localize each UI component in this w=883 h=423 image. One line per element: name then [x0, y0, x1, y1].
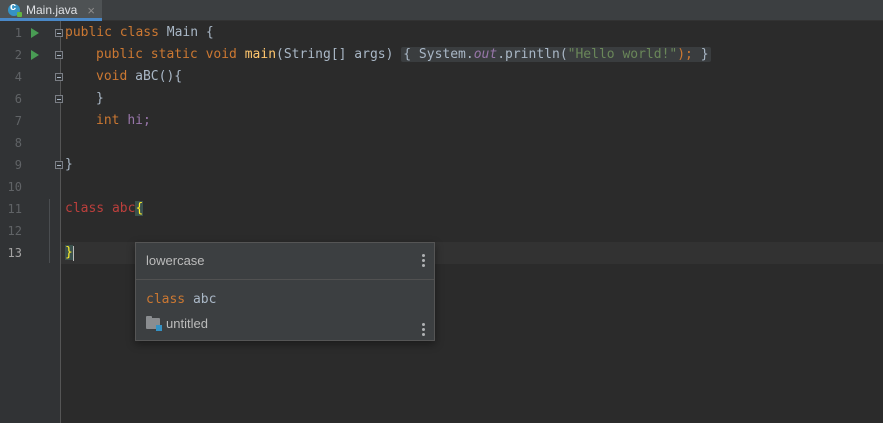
run-icon[interactable] — [31, 50, 39, 60]
class-name: abc — [192, 292, 217, 307]
module-folder-icon — [146, 316, 162, 331]
text-caret — [73, 246, 74, 261]
method-decl: aBC(){ — [135, 69, 183, 84]
more-vertical-icon[interactable] — [422, 323, 425, 338]
closing-brace: } — [96, 91, 104, 106]
code-line-6: } — [96, 88, 104, 110]
code-line-9: } — [65, 154, 73, 176]
fold-icon[interactable] — [55, 161, 63, 169]
fold-icon[interactable] — [55, 29, 63, 37]
line-number: 2 — [14, 48, 22, 62]
java-class-icon — [8, 1, 22, 17]
code-line-7: int hi; — [96, 110, 151, 132]
popup-project[interactable]: untitled — [146, 316, 208, 331]
line-number: 7 — [14, 114, 22, 128]
params: (String[] args) — [276, 47, 402, 62]
line-number: 9 — [14, 158, 22, 172]
class-name-error: abc — [111, 201, 136, 216]
line-number-current: 13 — [7, 246, 22, 260]
project-name: untitled — [166, 316, 208, 331]
fold-close-brace: } — [692, 47, 709, 62]
field-name: hi; — [127, 113, 151, 128]
fold-open-brace: { — [403, 47, 419, 62]
code-line-2: public static void main(String[] args) {… — [96, 44, 711, 66]
line-number: 12 — [7, 224, 22, 238]
more-vertical-icon[interactable] — [422, 254, 425, 269]
code-line-13: } — [65, 242, 73, 264]
inspection-popup: lowercase class abc untitled — [135, 242, 435, 341]
popup-code-preview: class abc — [146, 292, 216, 307]
line-number: 6 — [14, 92, 22, 106]
line-number: 8 — [14, 136, 22, 150]
code-line-11: class abc{ — [65, 198, 144, 220]
fold-icon[interactable] — [55, 73, 63, 81]
keyword-error: class — [65, 201, 112, 216]
keyword: int — [96, 113, 128, 128]
folded-region[interactable]: { System.out.println("Hello world!"); } — [401, 47, 711, 62]
matched-brace: } — [65, 245, 73, 260]
class-name: Main { — [166, 25, 214, 40]
fold-icon[interactable] — [55, 51, 63, 59]
run-icon[interactable] — [31, 28, 39, 38]
code-line-4: void aBC(){ — [96, 66, 182, 88]
close-tab-icon[interactable]: × — [87, 3, 95, 18]
keyword: void — [96, 69, 136, 84]
popup-header: lowercase — [136, 243, 434, 280]
line-number: 10 — [7, 180, 22, 194]
line-number: 1 — [14, 26, 22, 40]
popup-title: lowercase — [146, 253, 205, 268]
tab-main-java[interactable]: Main.java × — [0, 0, 102, 21]
line-number: 11 — [7, 202, 22, 216]
keyword: public class — [65, 25, 167, 40]
out-field: out — [473, 47, 498, 62]
line-number: 4 — [14, 70, 22, 84]
keyword: class — [146, 292, 193, 307]
println-call: .println( — [497, 47, 568, 62]
editor-gutter: 1 2 4 6 7 8 9 10 11 12 13 — [0, 21, 63, 423]
keyword: public static void — [96, 47, 245, 62]
code-line-1: public class Main { — [65, 22, 214, 44]
method-name: main — [244, 47, 277, 62]
matched-brace: { — [135, 201, 144, 216]
indent-guide — [49, 199, 50, 263]
tab-label: Main.java — [26, 3, 78, 17]
system-ref: System. — [418, 47, 474, 62]
string-literal: "Hello world!" — [567, 47, 678, 62]
statement-end: ); — [677, 47, 693, 62]
editor-tab-bar: Main.java × — [0, 0, 883, 21]
fold-icon[interactable] — [55, 95, 63, 103]
closing-brace: } — [65, 157, 73, 172]
